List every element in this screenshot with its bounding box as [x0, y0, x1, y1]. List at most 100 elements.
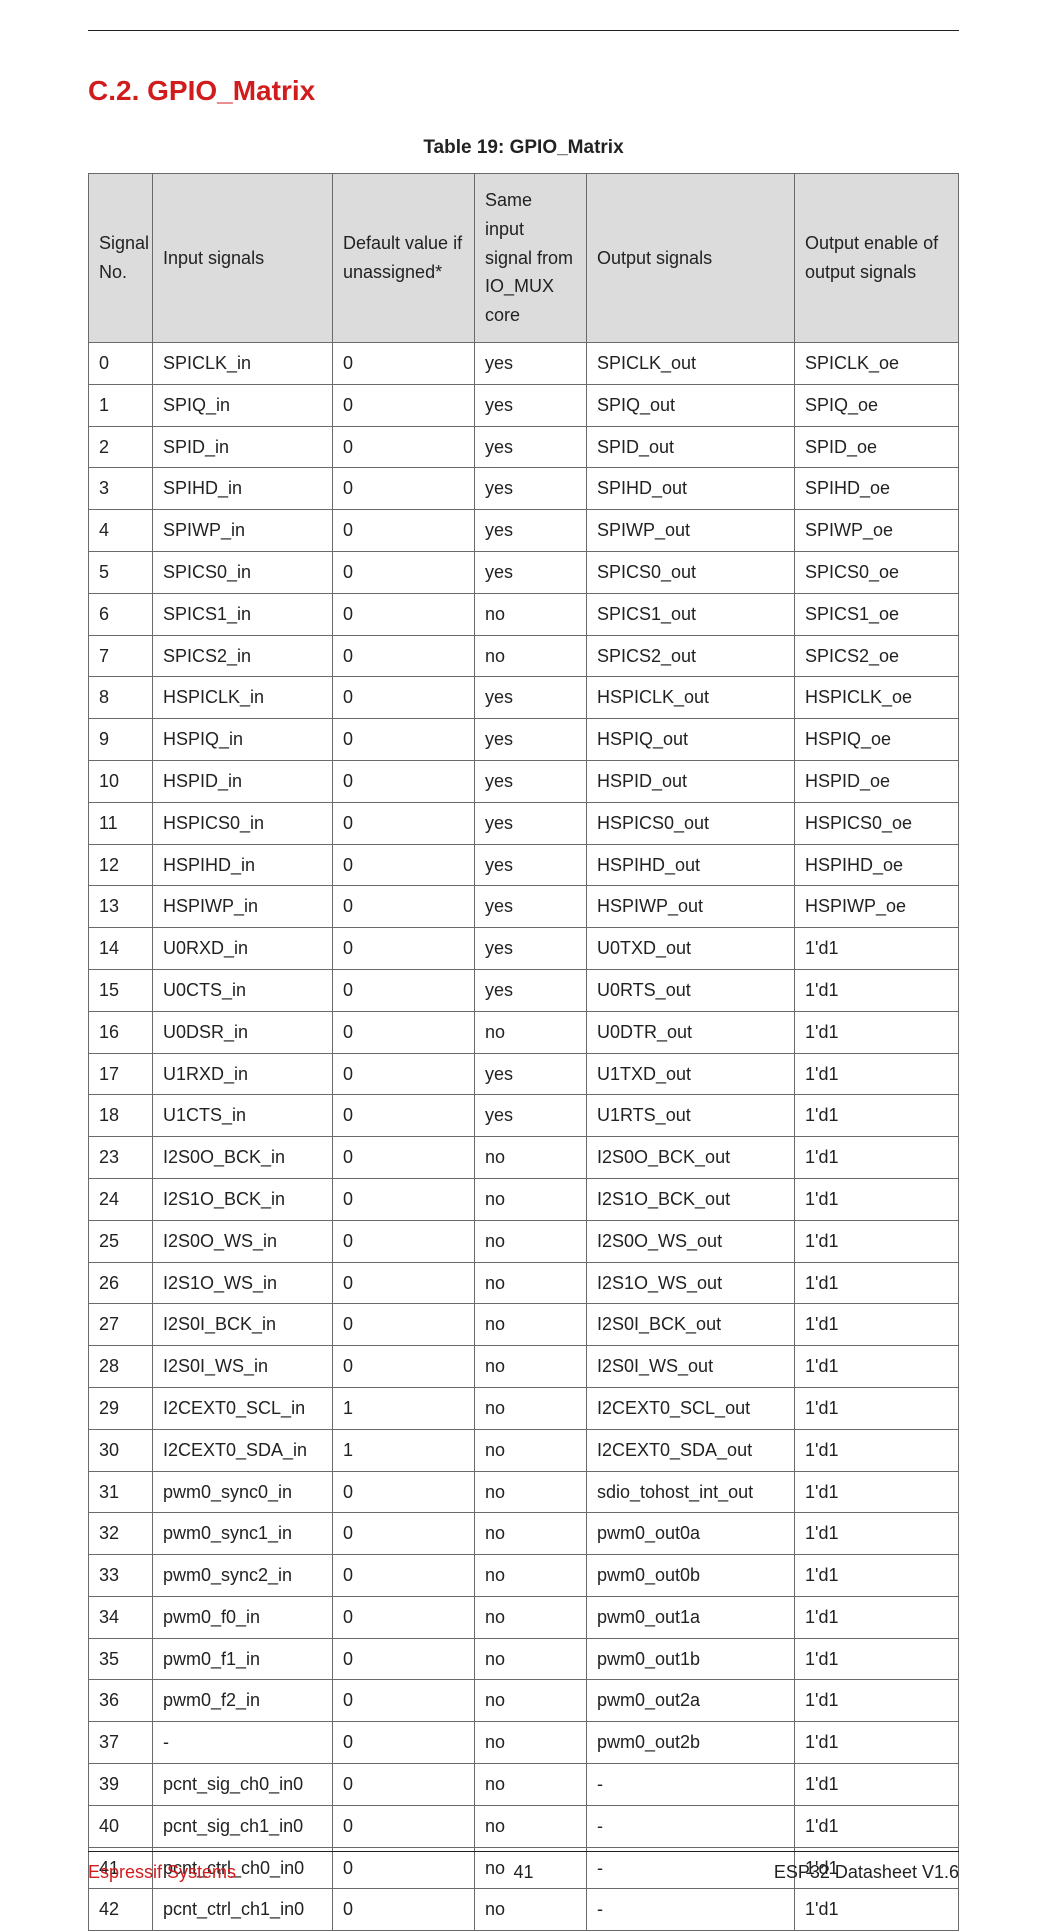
cell-default: 0 [333, 1680, 475, 1722]
table-row: 29I2CEXT0_SCL_in1noI2CEXT0_SCL_out1'd1 [89, 1387, 959, 1429]
cell-default: 0 [333, 426, 475, 468]
cell-default: 1 [333, 1429, 475, 1471]
cell-output: SPIHD_out [587, 468, 795, 510]
table-row: 40pcnt_sig_ch1_in00no-1'd1 [89, 1805, 959, 1847]
cell-no: 40 [89, 1805, 153, 1847]
cell-output: pwm0_out0a [587, 1513, 795, 1555]
cell-no: 9 [89, 719, 153, 761]
cell-oe: HSPICS0_oe [795, 802, 959, 844]
cell-output: I2S0O_BCK_out [587, 1137, 795, 1179]
section-title: GPIO_Matrix [147, 75, 315, 106]
cell-default: 0 [333, 1596, 475, 1638]
cell-output: SPID_out [587, 426, 795, 468]
cell-input: SPID_in [153, 426, 333, 468]
cell-same: yes [475, 468, 587, 510]
cell-same: no [475, 1889, 587, 1931]
cell-no: 30 [89, 1429, 153, 1471]
cell-same: no [475, 1011, 587, 1053]
cell-default: 0 [333, 1137, 475, 1179]
cell-input: I2S1O_WS_in [153, 1262, 333, 1304]
cell-input: U0CTS_in [153, 969, 333, 1011]
th-default-value: Default value if unassigned* [333, 174, 475, 343]
cell-same: no [475, 1471, 587, 1513]
footer: Espressif Systems 41 ESP32 Datasheet V1.… [88, 1851, 959, 1883]
cell-output: pwm0_out1a [587, 1596, 795, 1638]
cell-no: 29 [89, 1387, 153, 1429]
table-row: 28I2S0I_WS_in0noI2S0I_WS_out1'd1 [89, 1346, 959, 1388]
cell-oe: SPID_oe [795, 426, 959, 468]
footer-page-number: 41 [88, 1862, 959, 1883]
cell-oe: SPICS1_oe [795, 593, 959, 635]
cell-same: yes [475, 384, 587, 426]
cell-same: no [475, 593, 587, 635]
cell-same: yes [475, 719, 587, 761]
cell-same: yes [475, 426, 587, 468]
cell-same: no [475, 1805, 587, 1847]
cell-output: U1RTS_out [587, 1095, 795, 1137]
cell-output: pwm0_out0b [587, 1555, 795, 1597]
cell-default: 0 [333, 1178, 475, 1220]
cell-same: no [475, 1555, 587, 1597]
table-row: 27I2S0I_BCK_in0noI2S0I_BCK_out1'd1 [89, 1304, 959, 1346]
cell-output: - [587, 1805, 795, 1847]
table-row: 42pcnt_ctrl_ch1_in00no-1'd1 [89, 1889, 959, 1931]
cell-same: yes [475, 1095, 587, 1137]
cell-default: 0 [333, 969, 475, 1011]
cell-default: 0 [333, 1053, 475, 1095]
cell-default: 0 [333, 1095, 475, 1137]
cell-output: SPICS1_out [587, 593, 795, 635]
cell-oe: 1'd1 [795, 1764, 959, 1806]
cell-default: 0 [333, 384, 475, 426]
table-row: 2SPID_in0yesSPID_outSPID_oe [89, 426, 959, 468]
cell-input: SPICLK_in [153, 342, 333, 384]
cell-input: SPIWP_in [153, 510, 333, 552]
cell-oe: SPIWP_oe [795, 510, 959, 552]
cell-input: U1RXD_in [153, 1053, 333, 1095]
cell-oe: SPIHD_oe [795, 468, 959, 510]
cell-input: pwm0_sync0_in [153, 1471, 333, 1513]
cell-same: yes [475, 844, 587, 886]
cell-no: 14 [89, 928, 153, 970]
cell-no: 27 [89, 1304, 153, 1346]
cell-default: 0 [333, 1011, 475, 1053]
cell-default: 0 [333, 1304, 475, 1346]
cell-oe: HSPICLK_oe [795, 677, 959, 719]
cell-no: 1 [89, 384, 153, 426]
cell-same: no [475, 1262, 587, 1304]
table-caption: Table 19: GPIO_Matrix [88, 137, 959, 159]
cell-no: 32 [89, 1513, 153, 1555]
cell-oe: SPICLK_oe [795, 342, 959, 384]
cell-no: 25 [89, 1220, 153, 1262]
cell-default: 0 [333, 1638, 475, 1680]
cell-output: HSPID_out [587, 760, 795, 802]
cell-input: pwm0_f2_in [153, 1680, 333, 1722]
cell-default: 0 [333, 1889, 475, 1931]
cell-same: yes [475, 510, 587, 552]
table-row: 12HSPIHD_in0yesHSPIHD_outHSPIHD_oe [89, 844, 959, 886]
cell-no: 16 [89, 1011, 153, 1053]
cell-same: no [475, 1680, 587, 1722]
cell-output: pwm0_out1b [587, 1638, 795, 1680]
cell-no: 42 [89, 1889, 153, 1931]
cell-default: 0 [333, 886, 475, 928]
cell-output: - [587, 1889, 795, 1931]
cell-output: I2S1O_BCK_out [587, 1178, 795, 1220]
cell-output: I2S0I_WS_out [587, 1346, 795, 1388]
cell-output: U1TXD_out [587, 1053, 795, 1095]
cell-no: 13 [89, 886, 153, 928]
cell-output: SPIQ_out [587, 384, 795, 426]
cell-same: no [475, 1178, 587, 1220]
table-row: 6SPICS1_in0noSPICS1_outSPICS1_oe [89, 593, 959, 635]
cell-oe: 1'd1 [795, 928, 959, 970]
cell-oe: 1'd1 [795, 1095, 959, 1137]
cell-output: HSPIQ_out [587, 719, 795, 761]
cell-oe: 1'd1 [795, 969, 959, 1011]
cell-input: pcnt_sig_ch0_in0 [153, 1764, 333, 1806]
cell-oe: 1'd1 [795, 1387, 959, 1429]
cell-default: 0 [333, 593, 475, 635]
table-row: 32pwm0_sync1_in0nopwm0_out0a1'd1 [89, 1513, 959, 1555]
cell-default: 0 [333, 1513, 475, 1555]
cell-input: - [153, 1722, 333, 1764]
table-row: 37-0nopwm0_out2b1'd1 [89, 1722, 959, 1764]
cell-input: pwm0_f0_in [153, 1596, 333, 1638]
